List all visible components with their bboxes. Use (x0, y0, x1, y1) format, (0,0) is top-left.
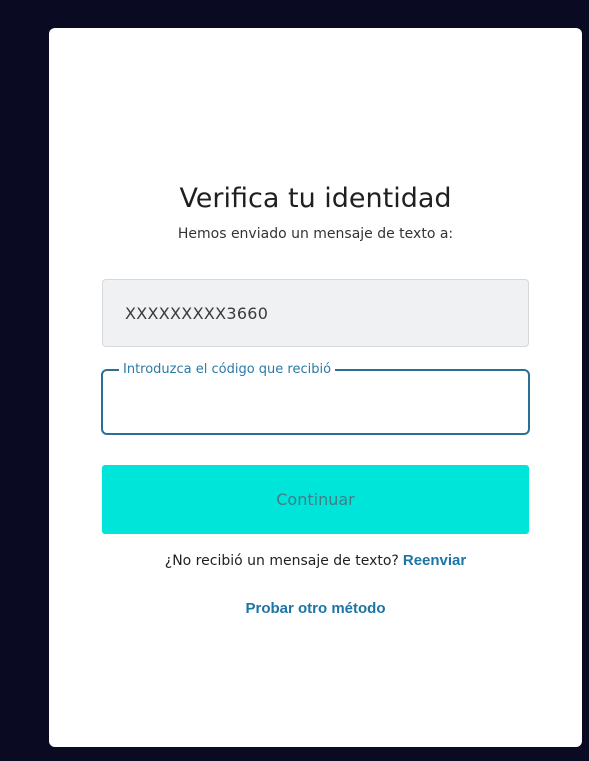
resend-link[interactable]: Reenviar (403, 552, 466, 569)
phone-number-field: XXXXXXXXX3660 (102, 279, 529, 347)
page-title: Verifica tu identidad (179, 183, 452, 214)
code-field[interactable]: Introduzca el código que recibió (101, 362, 530, 435)
verification-card: Verifica tu identidad Hemos enviado un m… (49, 28, 582, 747)
continue-button[interactable]: Continuar (102, 465, 529, 534)
resend-row: ¿No recibió un mensaje de texto? Reenviar (49, 551, 582, 571)
resend-prompt: ¿No recibió un mensaje de texto? (164, 553, 399, 569)
sent-message-text: Hemos enviado un mensaje de texto a: (177, 226, 454, 242)
try-another-method-link[interactable]: Probar otro método (49, 598, 582, 620)
code-field-label: Introduzca el código que recibió (123, 362, 332, 377)
code-input[interactable] (119, 380, 512, 418)
